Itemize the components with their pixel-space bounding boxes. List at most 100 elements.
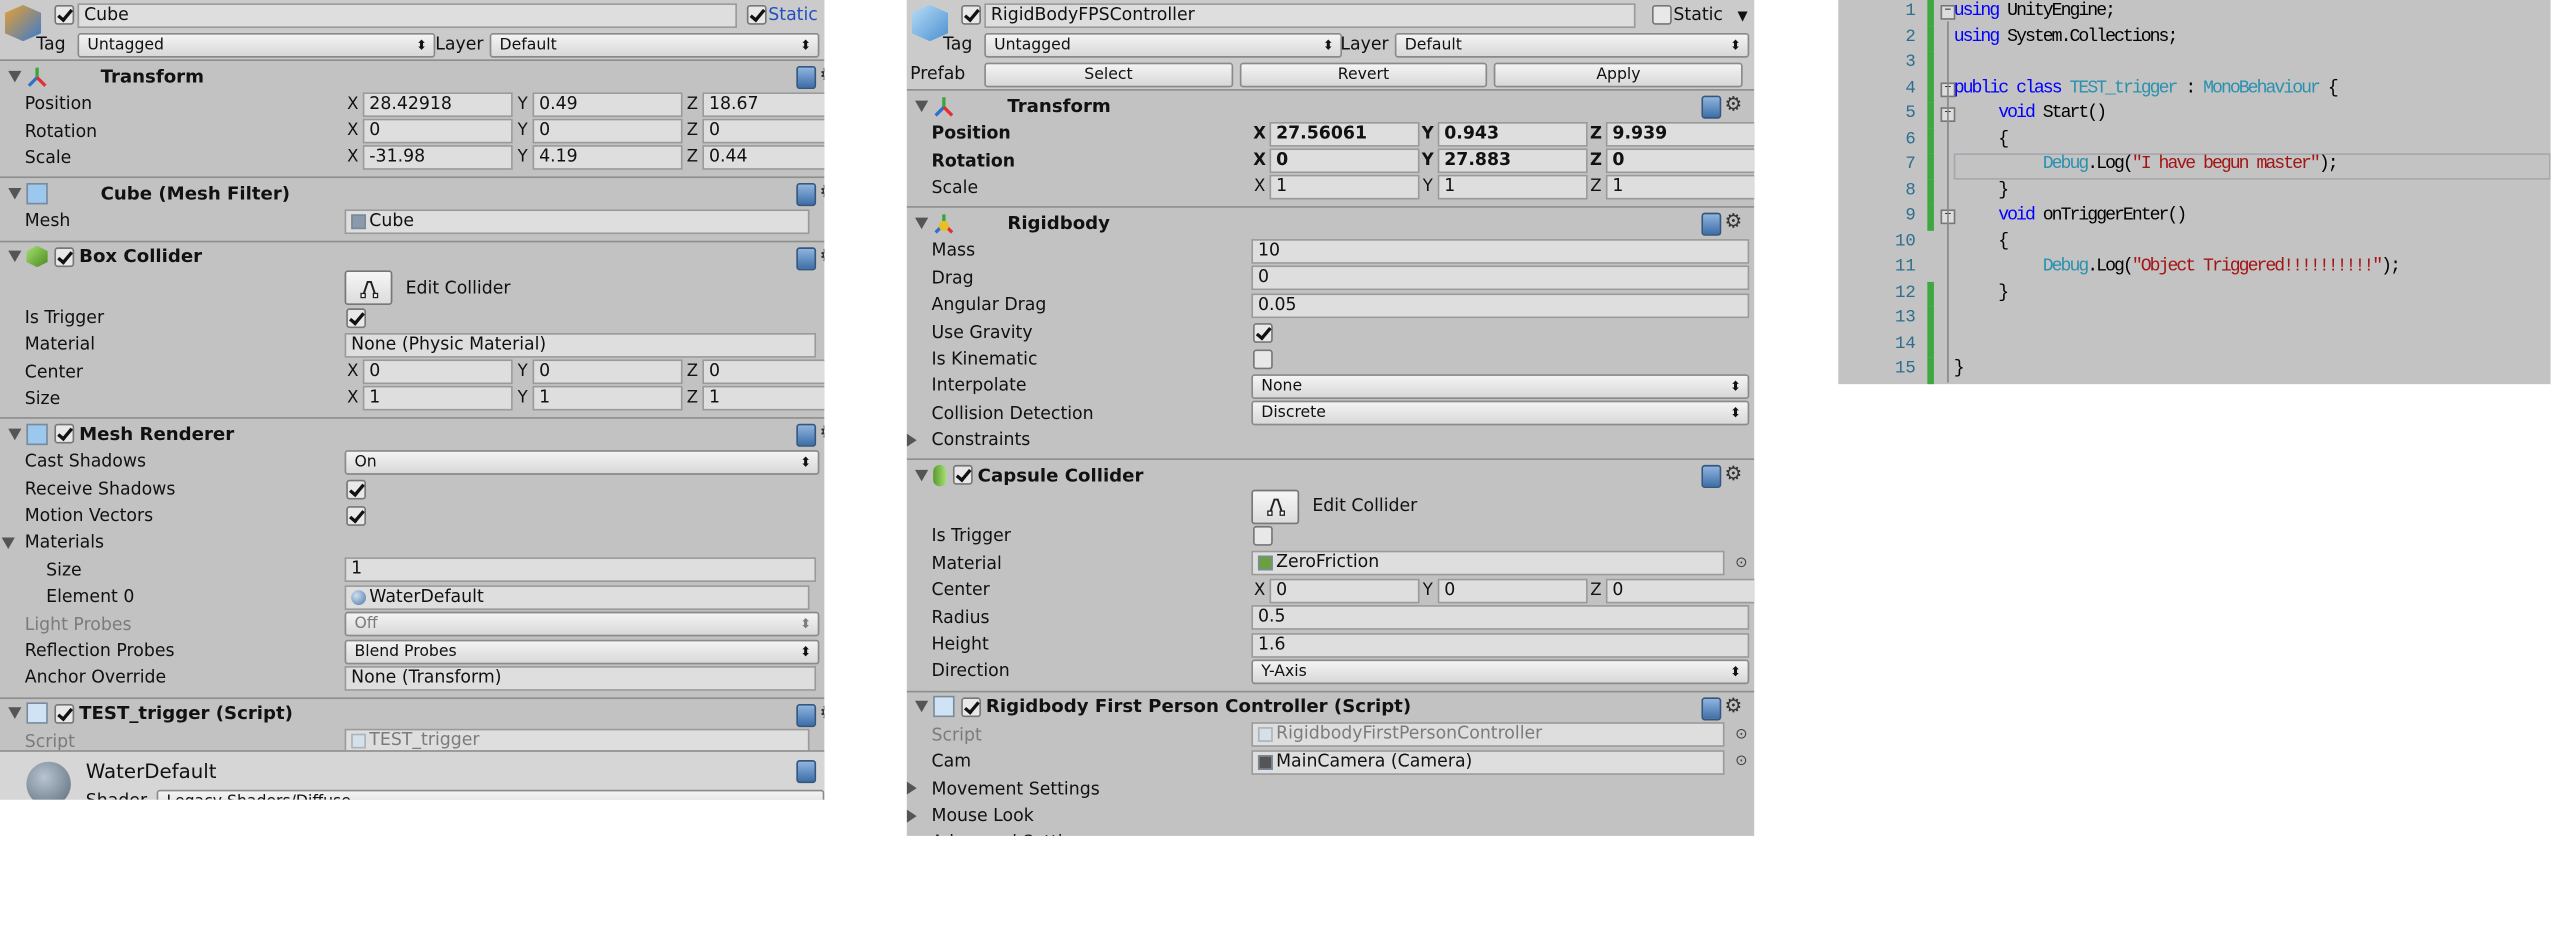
code-line[interactable]: 6{ [1838,127,2550,154]
code-line[interactable]: 7 Debug.Log("I have begun master"); [1838,153,2551,179]
tag-dropdown[interactable]: Untagged ⬍ [77,32,436,57]
text-field[interactable]: 1.6 [1251,632,1750,658]
property-checkbox[interactable] [1253,526,1273,547]
code-line[interactable]: 14 [1838,332,2550,358]
text-field[interactable]: 1 [344,557,817,583]
help-book-icon[interactable] [1701,212,1722,237]
gear-icon[interactable]: ⚙ [1725,694,1743,717]
property-checkbox[interactable] [346,307,367,328]
text-field[interactable]: 0.5 [1251,605,1750,631]
gear-icon[interactable]: ⚙ [819,700,824,723]
object-field[interactable]: Cube [344,209,810,234]
text-field[interactable]: None (Transform) [344,665,817,691]
code-line[interactable]: 11 Debug.Log("Object Triggered!!!!!!!!!!"… [1838,256,2550,282]
property-label[interactable]: Materials [25,533,104,553]
tag-dropdown[interactable]: Untagged ⬍ [984,32,1343,57]
foldout-arrow-icon[interactable] [906,809,917,823]
vector-z-field[interactable]: 0.44 [702,145,825,171]
component-header[interactable]: Mesh Renderer ⚙ [0,419,824,449]
property-label[interactable]: Movement Settings [932,779,1100,799]
object-name-field[interactable]: RigidBodyFPSController [984,3,1636,29]
prefab-apply-button[interactable]: Apply [1494,61,1743,87]
foldout-arrow-icon[interactable] [915,217,929,229]
vector-x-field[interactable]: 1 [362,386,513,412]
vector-z-field[interactable]: 18.67 [702,91,825,117]
component-enabled-checkbox[interactable] [952,465,973,486]
static-label[interactable]: Static [768,5,818,25]
help-book-icon[interactable] [796,246,817,270]
vector-x-field[interactable]: 0 [1269,148,1420,174]
layer-dropdown[interactable]: Default ⬍ [489,32,820,57]
help-book-icon[interactable] [1701,696,1722,720]
code-line[interactable]: 10 { [1838,230,2550,256]
vector-z-field[interactable]: 0 [702,118,825,144]
object-name-field[interactable]: Cube [77,3,737,29]
gear-icon[interactable]: ⚙ [819,180,824,203]
vector-z-field[interactable]: 0 [702,359,825,385]
vector-y-field[interactable]: 1 [1437,175,1588,201]
foldout-arrow-icon[interactable] [915,700,929,713]
active-checkbox[interactable] [54,4,75,25]
vector-z-field[interactable]: 0 [1605,148,1755,174]
component-enabled-checkbox[interactable] [54,423,75,444]
help-book-icon[interactable] [796,65,817,90]
foldout-arrow-icon[interactable] [906,782,917,796]
shader-dropdown[interactable]: Legacy Shaders/Diffuse [156,789,825,800]
vector-y-field[interactable]: 0 [1437,578,1588,604]
vector-y-field[interactable]: 0.49 [532,91,683,117]
code-line[interactable]: 3 [1838,51,2550,77]
component-header[interactable]: Transform ⚙ [907,91,1754,121]
property-checkbox[interactable] [1253,322,1273,343]
vector-z-field[interactable]: 0 [1605,578,1755,604]
foldout-arrow-icon[interactable] [906,433,917,447]
vector-z-field[interactable]: 1 [702,386,825,412]
vector-z-field[interactable]: 1 [1605,175,1755,201]
object-field[interactable]: RigidbodyFirstPersonController [1251,722,1725,748]
component-header[interactable]: Transform ⚙ [0,61,824,91]
gear-icon[interactable]: ⚙ [819,63,824,86]
dropdown[interactable]: Discrete ⬍ [1251,400,1750,426]
code-line[interactable]: 5−void Start() [1838,102,2550,128]
foldout-arrow-icon[interactable] [915,469,929,482]
help-book-icon[interactable] [1701,465,1722,489]
object-picker-icon[interactable]: ⊙ [1735,727,1747,743]
edit-collider-control[interactable]: Edit Collider [1251,489,1417,524]
property-label[interactable]: Constraints [932,430,1031,450]
help-book-icon[interactable] [796,760,817,784]
vector-y-field[interactable]: 4.19 [532,145,683,171]
active-checkbox[interactable] [961,4,981,25]
foldout-arrow-icon[interactable] [8,707,22,720]
vector-y-field[interactable]: 1 [532,386,683,412]
static-label[interactable]: Static [1673,5,1723,25]
static-checkbox[interactable] [1651,4,1672,25]
text-field[interactable]: 10 [1251,238,1750,264]
component-header[interactable]: Box Collider ⚙ [0,242,824,272]
edit-collider-control[interactable]: Edit Collider [344,270,510,306]
object-field[interactable]: MainCamera (Camera) [1251,749,1725,775]
help-book-icon[interactable] [1701,95,1722,119]
property-checkbox[interactable] [346,479,367,500]
text-field[interactable]: 0.05 [1251,292,1750,318]
foldout-arrow-icon[interactable] [1,537,15,550]
text-field[interactable]: 0 [1251,265,1750,291]
dropdown[interactable]: On ⬍ [344,449,820,475]
vector-y-field[interactable]: 0 [532,359,683,385]
static-dropdown-arrow-icon[interactable]: ▼ [1737,7,1747,22]
component-header[interactable]: Capsule Collider ⚙ [907,460,1754,490]
foldout-arrow-icon[interactable] [8,250,22,263]
code-editor[interactable]: 1− using UnityEngine; 2 using System.Collec… [1838,0,2551,385]
edit-collider-button[interactable] [1251,489,1300,524]
dropdown[interactable]: Blend Probes ⬍ [344,638,820,664]
vector-x-field[interactable]: 27.56061 [1269,121,1420,147]
vector-x-field[interactable]: 28.42918 [362,91,513,117]
gear-icon[interactable]: ⚙ [1725,462,1743,485]
property-checkbox[interactable] [1253,349,1273,370]
component-enabled-checkbox[interactable] [54,703,75,724]
gear-icon[interactable]: ⚙ [1725,92,1743,115]
dropdown[interactable]: Y-Axis ⬍ [1251,659,1750,685]
object-picker-icon[interactable]: ⊙ [1735,754,1747,770]
dropdown[interactable]: None ⬍ [1251,373,1750,399]
vector-y-field[interactable]: 0.943 [1437,121,1588,147]
static-checkbox[interactable] [746,4,767,25]
vector-y-field[interactable]: 27.883 [1437,148,1588,174]
